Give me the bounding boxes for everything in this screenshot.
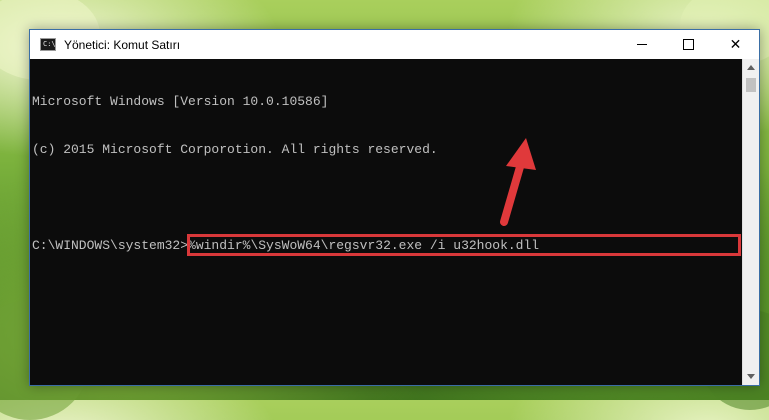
console-output[interactable]: Microsoft Windows [Version 10.0.10586] (… xyxy=(30,59,742,385)
console-line: (c) 2015 Microsoft Corporotion. All righ… xyxy=(32,142,438,157)
command-prompt: C:\WINDOWS\system32> xyxy=(32,238,189,253)
command-line[interactable]: C:\WINDOWS\system32>%windir%\SysWoW64\re… xyxy=(32,234,742,256)
scroll-thumb[interactable] xyxy=(746,78,756,92)
chevron-up-icon xyxy=(747,65,755,70)
window-title: Yönetici: Komut Satırı xyxy=(64,37,181,52)
title-bar[interactable]: C:\ Yönetici: Komut Satırı ✕ xyxy=(30,30,759,59)
console-line: Microsoft Windows [Version 10.0.10586] xyxy=(32,94,329,109)
scroll-down-button[interactable] xyxy=(743,368,759,385)
minimize-icon xyxy=(637,44,647,45)
maximize-icon xyxy=(682,39,694,50)
pointer-arrow-icon xyxy=(500,138,536,226)
command-prompt-window[interactable]: C:\ Yönetici: Komut Satırı ✕ Microsoft W… xyxy=(29,29,760,386)
vertical-scrollbar[interactable] xyxy=(742,59,759,385)
close-icon: ✕ xyxy=(729,36,742,53)
chevron-down-icon xyxy=(747,374,755,379)
cmd-app-icon: C:\ xyxy=(40,38,56,51)
command-highlight-box xyxy=(187,234,741,256)
scroll-up-button[interactable] xyxy=(743,59,759,76)
maximize-button[interactable] xyxy=(665,30,711,59)
close-button[interactable]: ✕ xyxy=(711,30,760,59)
minimize-button[interactable] xyxy=(619,30,665,59)
